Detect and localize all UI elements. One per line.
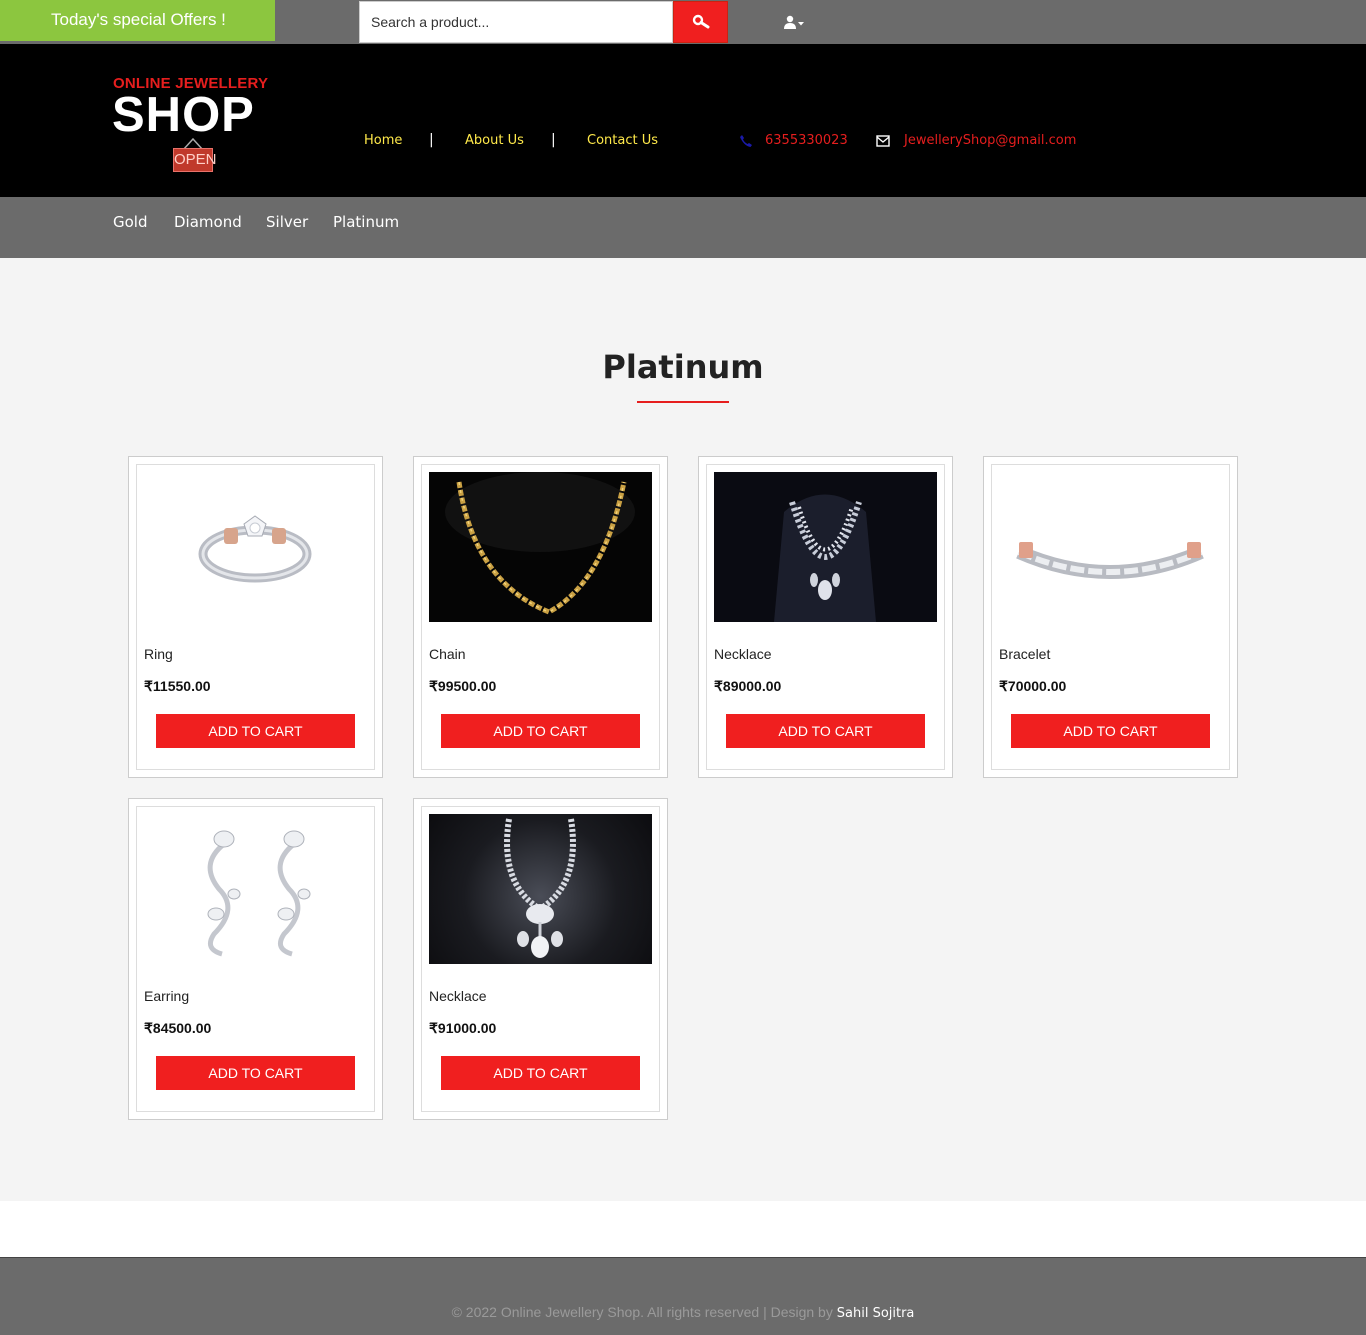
product-name[interactable]: Bracelet: [999, 646, 1050, 662]
copyright-text: © 2022 Online Jewellery Shop. All rights…: [451, 1304, 837, 1320]
category-gold[interactable]: Gold: [113, 213, 148, 231]
designer-link[interactable]: Sahil Sojitra: [837, 1306, 915, 1321]
top-bar: Today's special Offers !: [0, 0, 1366, 44]
phone-number: 6355330023: [765, 133, 848, 148]
email-link[interactable]: JewelleryShop@gmail.com: [904, 133, 1076, 148]
site-logo[interactable]: ONLINE JEWELLERY SHOP OPEN: [112, 75, 273, 175]
product-card: Necklace ₹89000.00 ADD TO CART: [698, 456, 953, 778]
nav-contact-us[interactable]: Contact Us: [587, 133, 658, 148]
category-platinum[interactable]: Platinum: [333, 213, 399, 231]
product-card: Chain ₹99500.00 ADD TO CART: [413, 456, 668, 778]
category-silver[interactable]: Silver: [266, 213, 308, 231]
main-content: Platinum Ring ₹11550.00 ADD TO CART Chai…: [0, 258, 1366, 1201]
product-image-bracelet[interactable]: [999, 472, 1222, 622]
nav-separator: |: [551, 132, 556, 148]
product-card-inner: Necklace ₹89000.00 ADD TO CART: [706, 464, 945, 770]
search-button[interactable]: [673, 1, 728, 43]
content-footer-gap: [0, 1201, 1366, 1257]
product-card-inner: Chain ₹99500.00 ADD TO CART: [421, 464, 660, 770]
logo-title: SHOP: [112, 88, 255, 142]
add-to-cart-button[interactable]: ADD TO CART: [441, 1056, 640, 1090]
open-sign: OPEN: [173, 148, 217, 172]
product-card: Necklace ₹91000.00 ADD TO CART: [413, 798, 668, 1120]
nav-about-us[interactable]: About Us: [465, 133, 524, 148]
add-to-cart-button[interactable]: ADD TO CART: [156, 714, 355, 748]
site-header: ONLINE JEWELLERY SHOP OPEN Home | About …: [0, 44, 1366, 197]
product-name[interactable]: Necklace: [714, 646, 772, 662]
product-card: Bracelet ₹70000.00 ADD TO CART: [983, 456, 1238, 778]
add-to-cart-button[interactable]: ADD TO CART: [441, 714, 640, 748]
category-diamond[interactable]: Diamond: [174, 213, 242, 231]
envelope-icon: [876, 135, 890, 147]
product-price: ₹84500.00: [144, 1020, 212, 1036]
product-card-inner: Bracelet ₹70000.00 ADD TO CART: [991, 464, 1230, 770]
page-title: Platinum: [602, 348, 764, 386]
product-name[interactable]: Ring: [144, 646, 173, 662]
product-name[interactable]: Chain: [429, 646, 466, 662]
add-to-cart-button[interactable]: ADD TO CART: [1011, 714, 1210, 748]
product-image-necklace-pendant[interactable]: [429, 814, 652, 964]
product-price: ₹70000.00: [999, 678, 1067, 694]
product-price: ₹89000.00: [714, 678, 782, 694]
product-image-necklace[interactable]: [714, 472, 937, 622]
search-icon: [692, 14, 709, 29]
site-footer: © 2022 Online Jewellery Shop. All rights…: [0, 1257, 1366, 1335]
product-card-inner: Ring ₹11550.00 ADD TO CART: [136, 464, 375, 770]
nav-separator: |: [429, 132, 434, 148]
product-card: Earring ₹84500.00 ADD TO CART: [128, 798, 383, 1120]
footer-copyright: © 2022 Online Jewellery Shop. All rights…: [0, 1304, 1366, 1321]
add-to-cart-button[interactable]: ADD TO CART: [726, 714, 925, 748]
product-name[interactable]: Earring: [144, 988, 189, 1004]
product-image-chain[interactable]: [429, 472, 652, 622]
add-to-cart-button[interactable]: ADD TO CART: [156, 1056, 355, 1090]
phone-icon: [740, 135, 752, 147]
nav-home[interactable]: Home: [364, 133, 402, 148]
user-menu-button[interactable]: [783, 14, 807, 32]
product-price: ₹91000.00: [429, 1020, 497, 1036]
user-dropdown-icon: [784, 15, 804, 29]
product-price: ₹11550.00: [144, 678, 211, 694]
title-underline: [637, 401, 729, 403]
special-offers-banner[interactable]: Today's special Offers !: [0, 0, 275, 41]
product-price: ₹99500.00: [429, 678, 497, 694]
product-image-earring[interactable]: [144, 814, 367, 964]
search-form: [359, 1, 728, 43]
product-card-inner: Necklace ₹91000.00 ADD TO CART: [421, 806, 660, 1112]
search-input[interactable]: [359, 1, 673, 43]
product-name[interactable]: Necklace: [429, 988, 487, 1004]
product-card-inner: Earring ₹84500.00 ADD TO CART: [136, 806, 375, 1112]
product-card: Ring ₹11550.00 ADD TO CART: [128, 456, 383, 778]
category-bar: Gold Diamond Silver Platinum: [0, 197, 1366, 258]
product-image-ring[interactable]: [144, 472, 367, 622]
